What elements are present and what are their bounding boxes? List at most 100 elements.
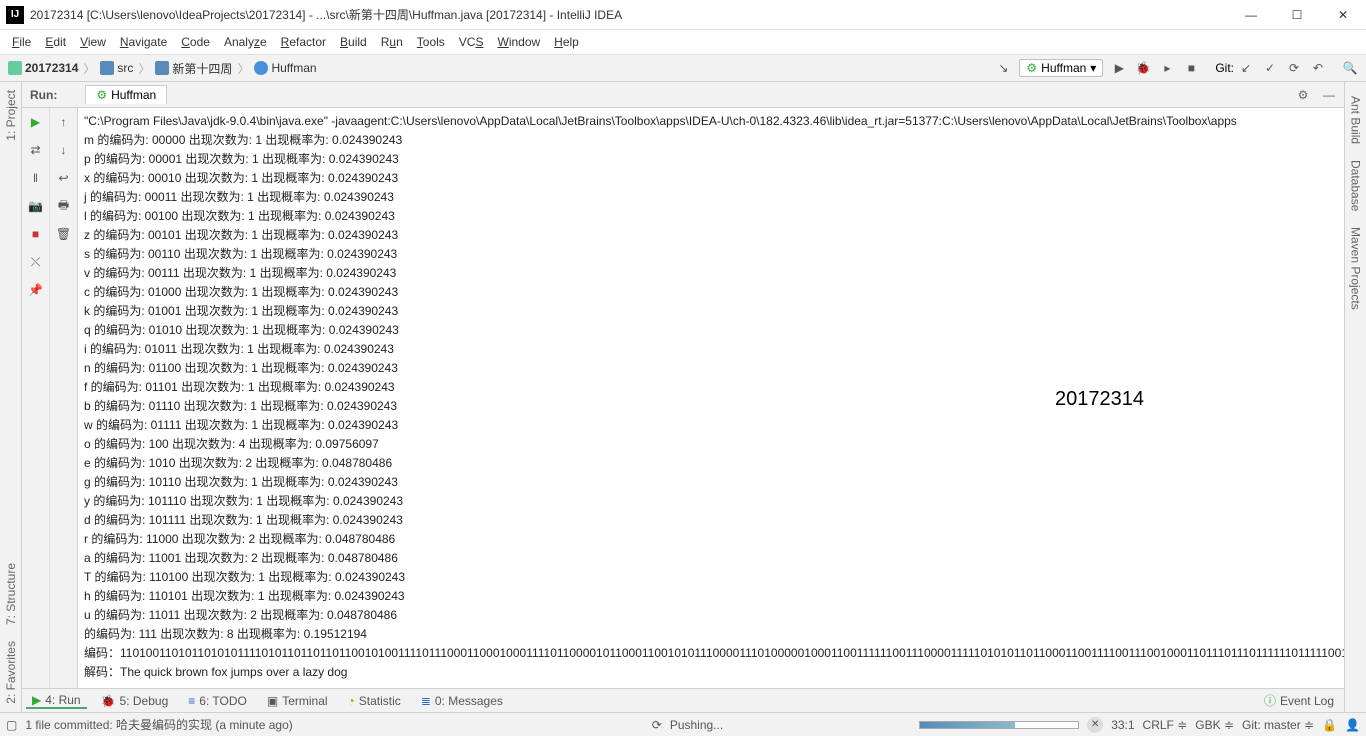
tab-favorites[interactable]: 2: Favorites bbox=[2, 633, 20, 712]
maximize-button[interactable]: ☐ bbox=[1274, 0, 1320, 30]
console-line: d 的编码为: 101111 出现次数为: 1 出现概率为: 0.0243902… bbox=[84, 511, 1338, 530]
exit-button[interactable]: ⤬ bbox=[26, 252, 46, 272]
tab-database[interactable]: Database bbox=[1347, 152, 1365, 219]
app-logo-icon: IJ bbox=[6, 6, 24, 24]
tab-eventlog[interactable]: ⓘEvent Log bbox=[1258, 692, 1340, 709]
breadcrumb[interactable]: 20172314〉 src〉 新第十四周〉 Huffman bbox=[4, 60, 321, 77]
console-line: m 的编码为: 00000 出现次数为: 1 出现概率为: 0.02439024… bbox=[84, 131, 1338, 150]
menu-run[interactable]: Run bbox=[375, 33, 409, 51]
trash-icon[interactable]: 🗑 bbox=[54, 224, 74, 244]
folder-icon bbox=[155, 61, 169, 75]
menu-refactor[interactable]: Refactor bbox=[275, 33, 332, 51]
console-line: u 的编码为: 11011 出现次数为: 2 出现概率为: 0.04878048… bbox=[84, 606, 1338, 625]
history-icon[interactable]: ⟳ bbox=[1283, 57, 1305, 79]
right-toolwindow-bar: Ant Build Database Maven Projects bbox=[1344, 82, 1366, 712]
console-output[interactable]: "C:\Program Files\Java\jdk-9.0.4\bin\jav… bbox=[78, 108, 1344, 688]
run-icon: ▶ bbox=[32, 693, 41, 707]
toggle-button[interactable]: ⇄ bbox=[26, 140, 46, 160]
minimize-panel-icon[interactable]: — bbox=[1318, 84, 1340, 106]
cancel-icon[interactable]: ✕ bbox=[1087, 717, 1103, 733]
console-line: i 的编码为: 01011 出现次数为: 1 出现概率为: 0.02439024… bbox=[84, 340, 1338, 359]
console-line: e 的编码为: 1010 出现次数为: 2 出现概率为: 0.048780486 bbox=[84, 454, 1338, 473]
menu-window[interactable]: Window bbox=[491, 33, 546, 51]
hide-panels-icon[interactable]: ▢ bbox=[6, 718, 17, 732]
console-line: o 的编码为: 100 出现次数为: 4 出现概率为: 0.09756097 bbox=[84, 435, 1338, 454]
chevron-down-icon: ▾ bbox=[1090, 61, 1096, 75]
menu-tools[interactable]: Tools bbox=[411, 33, 451, 51]
menu-view[interactable]: View bbox=[74, 33, 112, 51]
console-line: c 的编码为: 01000 出现次数为: 1 出现概率为: 0.02439024… bbox=[84, 283, 1338, 302]
pin-icon[interactable]: 📌 bbox=[26, 280, 46, 300]
titlebar: IJ 20172314 [C:\Users\lenovo\IdeaProject… bbox=[0, 0, 1366, 30]
menubar: File Edit View Navigate Code Analyze Ref… bbox=[0, 30, 1366, 54]
camera-icon[interactable]: 📷 bbox=[26, 196, 46, 216]
commit-icon[interactable]: ✓ bbox=[1259, 57, 1281, 79]
console-line: j 的编码为: 00011 出现次数为: 1 出现概率为: 0.02439024… bbox=[84, 188, 1338, 207]
tab-project[interactable]: 1: Project bbox=[2, 82, 20, 149]
caret-position[interactable]: 33:1 bbox=[1111, 718, 1134, 732]
hector-icon[interactable]: 👤 bbox=[1345, 718, 1360, 732]
update-icon[interactable]: ↙ bbox=[1235, 57, 1257, 79]
tab-messages[interactable]: ≣0: Messages bbox=[415, 694, 509, 708]
run-button[interactable]: ▶ bbox=[1108, 57, 1130, 79]
gear-icon[interactable]: ⚙ bbox=[1292, 84, 1314, 106]
console-encode: 编码：1101001101011010101111010110110110110… bbox=[84, 644, 1338, 663]
menu-file[interactable]: File bbox=[6, 33, 37, 51]
menu-build[interactable]: Build bbox=[334, 33, 373, 51]
progress-bar bbox=[919, 721, 1079, 729]
coverage-button[interactable]: ▸ bbox=[1156, 57, 1178, 79]
run-config-select[interactable]: ⚙ Huffman ▾ bbox=[1019, 59, 1103, 77]
encoding[interactable]: GBK ≑ bbox=[1195, 718, 1234, 732]
run-tab[interactable]: ⚙ Huffman bbox=[85, 85, 167, 104]
print-icon[interactable]: 🖶 bbox=[54, 196, 74, 216]
rerun-button[interactable]: ▶ bbox=[26, 112, 46, 132]
git-branch[interactable]: Git: master ≑ bbox=[1242, 718, 1314, 732]
debug-button[interactable]: 🐞 bbox=[1132, 57, 1154, 79]
info-icon: ⓘ bbox=[1264, 692, 1276, 709]
status-pushing: Pushing... bbox=[670, 718, 723, 732]
console-line: l 的编码为: 00100 出现次数为: 1 出现概率为: 0.02439024… bbox=[84, 207, 1338, 226]
tab-todo[interactable]: ≡6: TODO bbox=[182, 694, 253, 708]
back-icon[interactable]: ↘ bbox=[992, 57, 1014, 79]
console-line: x 的编码为: 00010 出现次数为: 1 出现概率为: 0.02439024… bbox=[84, 169, 1338, 188]
menu-navigate[interactable]: Navigate bbox=[114, 33, 173, 51]
down-icon[interactable]: ↓ bbox=[54, 140, 74, 160]
console-line: a 的编码为: 11001 出现次数为: 2 出现概率为: 0.04878048… bbox=[84, 549, 1338, 568]
menu-help[interactable]: Help bbox=[548, 33, 585, 51]
stop-button[interactable]: ■ bbox=[1180, 57, 1202, 79]
terminal-icon: ▣ bbox=[267, 694, 278, 708]
tab-statistic[interactable]: ◔Statistic bbox=[342, 694, 407, 708]
stop-button[interactable]: ■ bbox=[26, 224, 46, 244]
console-line: q 的编码为: 01010 出现次数为: 1 出现概率为: 0.02439024… bbox=[84, 321, 1338, 340]
lock-icon[interactable]: 🔒 bbox=[1322, 718, 1337, 732]
tab-run[interactable]: ▶4: Run bbox=[26, 693, 87, 709]
tab-ant[interactable]: Ant Build bbox=[1347, 88, 1365, 152]
up-icon[interactable]: ↑ bbox=[54, 112, 74, 132]
menu-code[interactable]: Code bbox=[175, 33, 216, 51]
console-line: f 的编码为: 01101 出现次数为: 1 出现概率为: 0.02439024… bbox=[84, 378, 1338, 397]
menu-edit[interactable]: Edit bbox=[39, 33, 72, 51]
tab-debug[interactable]: 🐞5: Debug bbox=[95, 694, 175, 708]
revert-icon[interactable]: ↶ bbox=[1307, 57, 1329, 79]
tab-maven[interactable]: Maven Projects bbox=[1347, 219, 1365, 318]
console-line: k 的编码为: 01001 出现次数为: 1 出现概率为: 0.02439024… bbox=[84, 302, 1338, 321]
window-title: 20172314 [C:\Users\lenovo\IdeaProjects\2… bbox=[30, 6, 1228, 23]
line-ending[interactable]: CRLF ≑ bbox=[1143, 718, 1188, 732]
console-line: n 的编码为: 01100 出现次数为: 1 出现概率为: 0.02439024… bbox=[84, 359, 1338, 378]
run-icon: ⚙ bbox=[96, 88, 107, 102]
console-line: p 的编码为: 00001 出现次数为: 1 出现概率为: 0.02439024… bbox=[84, 150, 1338, 169]
console-line: g 的编码为: 10110 出现次数为: 1 出现概率为: 0.02439024… bbox=[84, 473, 1338, 492]
menu-vcs[interactable]: VCS bbox=[453, 33, 490, 51]
menu-analyze[interactable]: Analyze bbox=[218, 33, 273, 51]
tab-structure[interactable]: 7: Structure bbox=[2, 555, 20, 633]
navbar: 20172314〉 src〉 新第十四周〉 Huffman ↘ ⚙ Huffma… bbox=[0, 54, 1366, 82]
stats-icon: ◔ bbox=[348, 694, 355, 708]
minimize-button[interactable]: — bbox=[1228, 0, 1274, 30]
console-line: r 的编码为: 11000 出现次数为: 2 出现概率为: 0.04878048… bbox=[84, 530, 1338, 549]
search-icon[interactable]: 🔍 bbox=[1339, 57, 1361, 79]
console-line: y 的编码为: 101110 出现次数为: 1 出现概率为: 0.0243902… bbox=[84, 492, 1338, 511]
close-button[interactable]: ✕ bbox=[1320, 0, 1366, 30]
tab-terminal[interactable]: ▣Terminal bbox=[261, 694, 334, 708]
wrap-icon[interactable]: ↩ bbox=[54, 168, 74, 188]
pause-button[interactable]: ‖ bbox=[26, 168, 46, 188]
